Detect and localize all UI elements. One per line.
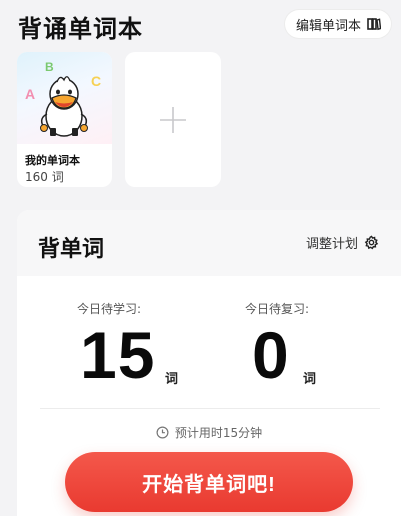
duck-mascot-image: B A C [25,60,101,137]
book-icon [367,18,381,31]
cover-letter-a: A [25,86,35,102]
wordbook-word-count: 160 词 [25,170,64,184]
header: 背诵单词本 编辑单词本 [0,0,401,48]
cover-letter-b: B [45,60,54,74]
gear-icon [364,235,379,250]
wordbook-cover: B A C [17,52,112,144]
plan-header: 背单词 调整计划 [17,210,401,276]
adjust-plan-label: 调整计划 [305,237,358,252]
page-title: 背诵单词本 [18,15,143,43]
edit-wordbook-label: 编辑单词本 [295,18,361,34]
review-count: 0 [252,318,290,392]
plus-icon [160,106,186,133]
cover-letter-c: C [91,73,101,89]
estimated-time-text: 预计用时15分钟 [174,426,263,440]
adjust-plan-button[interactable]: 调整计划 [306,233,379,252]
learn-count: 15 [80,318,156,392]
divider [40,408,380,409]
study-plan-card: 背单词 调整计划 今日待学习: 15 词 今日待复习: 0 词 预计用时15分钟… [17,210,401,516]
wordbook-name: 我的单词本 [25,154,80,167]
learn-label: 今日待学习: [76,302,142,316]
wordbook-card[interactable]: B A C 我的单词本 160 词 [17,52,112,187]
clock-icon [156,426,169,439]
review-label: 今日待复习: [244,302,310,316]
plan-title: 背单词 [38,237,105,262]
start-learning-button[interactable]: 开始背单词吧! [65,452,353,512]
add-wordbook-button[interactable] [125,52,221,187]
review-unit: 词 [303,372,317,387]
learn-unit: 词 [165,372,179,387]
edit-wordbook-button[interactable]: 编辑单词本 [284,10,391,38]
estimated-time: 预计用时15分钟 [17,424,401,441]
